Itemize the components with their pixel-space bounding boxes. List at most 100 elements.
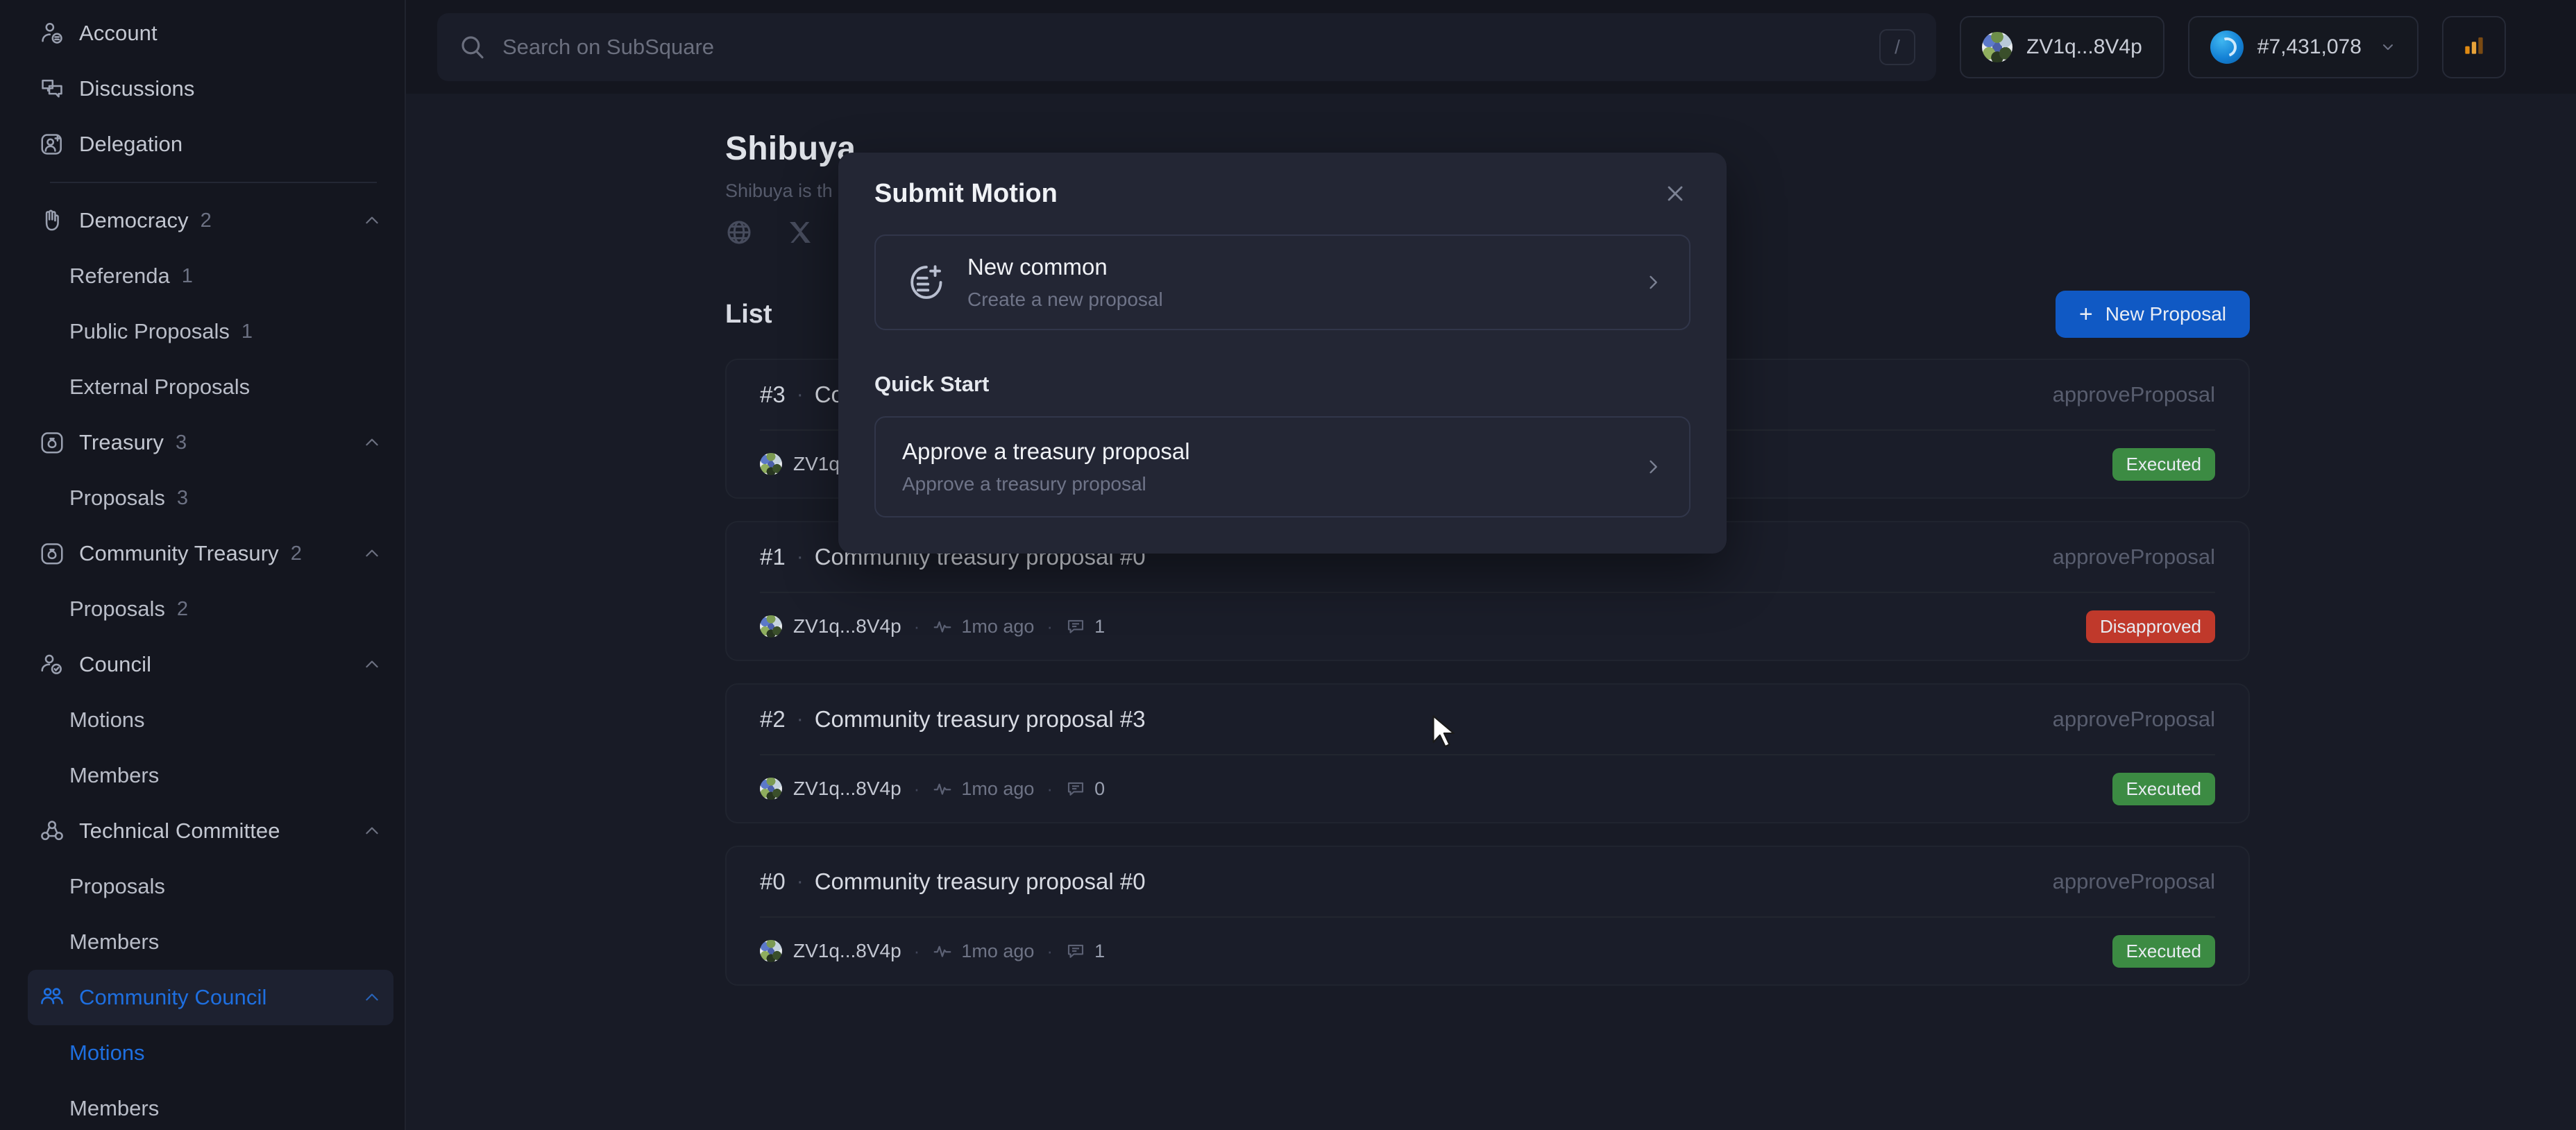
sidebar-item-external-proposals[interactable]: External Proposals: [28, 359, 393, 415]
sidebar-sub-label: Members: [69, 1096, 160, 1120]
sidebar-item-treasury-proposals[interactable]: Proposals 3: [28, 470, 393, 526]
close-icon[interactable]: [1660, 178, 1690, 209]
status-badge: Executed: [2112, 934, 2215, 968]
modal-title: Submit Motion: [874, 178, 1058, 208]
motion-title[interactable]: Community treasury proposal #0: [815, 868, 1146, 895]
avatar: [760, 778, 782, 800]
separator-dot: ·: [1046, 615, 1053, 637]
motion-time: 1mo ago: [961, 615, 1035, 637]
motion-comment-count: 1: [1094, 940, 1105, 961]
avatar: [760, 453, 782, 475]
chevron-up-icon[interactable]: [363, 212, 381, 230]
account-button[interactable]: ZV1q...8V4p: [1960, 15, 2164, 78]
motion-comments-group: 1: [1065, 616, 1105, 637]
sidebar-item-cc-members[interactable]: Members: [28, 1081, 393, 1130]
sidebar-group-community-council[interactable]: Community Council: [28, 970, 393, 1025]
motion-comments-group: 0: [1065, 778, 1105, 800]
chevron-up-icon[interactable]: [363, 822, 381, 840]
sidebar-item-council-motions[interactable]: Motions: [28, 692, 393, 748]
globe-icon[interactable]: [725, 219, 753, 246]
chevron-right-icon: [1643, 457, 1663, 477]
motion-card-meta: ZV1q...8V4p · 1mo ago · 1 Executed: [760, 918, 2215, 984]
sidebar-group-community-treasury[interactable]: Community Treasury 2: [28, 526, 393, 581]
motion-method: approveProposal: [2052, 382, 2215, 406]
motion-time-group: 1mo ago: [932, 941, 1034, 962]
chevron-up-icon[interactable]: [363, 656, 381, 674]
sidebar-sub-label: Motions: [69, 708, 145, 732]
sidebar-sub-count: 1: [181, 264, 193, 287]
sidebar-group-label: Community Treasury: [79, 541, 279, 565]
submit-motion-modal: Submit Motion New common Create a new pr…: [838, 153, 1727, 554]
sidebar-sub-label: External Proposals: [69, 375, 251, 399]
sidebar-item-tc-proposals[interactable]: Proposals: [28, 859, 393, 914]
new-proposal-button[interactable]: + New Proposal: [2055, 291, 2250, 338]
chevron-down-icon[interactable]: [2380, 39, 2396, 55]
mouse-cursor: [1430, 713, 1460, 755]
sidebar-sub-label: Proposals: [69, 874, 165, 898]
sidebar-item-community-treasury-proposals[interactable]: Proposals 2: [28, 581, 393, 637]
motion-author[interactable]: ZV1q...8V4p: [793, 778, 901, 800]
x-icon[interactable]: [786, 219, 814, 246]
sidebar-divider: [50, 182, 377, 183]
search-shortcut-key: /: [1879, 28, 1915, 65]
council-icon: [37, 650, 67, 679]
sidebar-group-technical-committee[interactable]: Technical Committee: [28, 803, 393, 859]
avatar: [1982, 31, 2012, 62]
sidebar-sub-label: Members: [69, 930, 160, 954]
sidebar-sub-label: Proposals: [69, 597, 165, 621]
chevron-up-icon[interactable]: [363, 988, 381, 1007]
quick-start-label: Quick Start: [874, 372, 990, 396]
comment-icon: [1065, 778, 1086, 799]
sidebar-group-democracy[interactable]: Democracy 2: [28, 193, 393, 248]
motion-author[interactable]: ZV1q...8V4p: [793, 615, 901, 637]
sidebar-item-tc-members[interactable]: Members: [28, 914, 393, 970]
motion-author[interactable]: ZV1q...8V4p: [793, 940, 901, 962]
avatar: [760, 615, 782, 637]
list-title: List: [725, 299, 772, 329]
account-address-label: ZV1q...8V4p: [2026, 35, 2142, 58]
sidebar-item-delegation[interactable]: Delegation: [28, 117, 393, 172]
status-badge: Executed: [2112, 447, 2215, 481]
chevron-up-icon[interactable]: [363, 545, 381, 563]
motion-card[interactable]: #0 · Community treasury proposal #0 approve…: [725, 846, 2250, 986]
motion-card[interactable]: #2 · Community treasury proposal #3 approve…: [725, 683, 2250, 823]
community-council-icon: [37, 983, 67, 1012]
new-proposal-doc-icon: [902, 261, 945, 304]
option-approve-treasury-proposal[interactable]: Approve a treasury proposal Approve a tr…: [874, 416, 1690, 517]
search-input[interactable]: [502, 34, 1879, 60]
activity-icon: [932, 941, 953, 961]
delegation-icon: [37, 130, 67, 159]
discussions-icon: [37, 74, 67, 103]
motion-title[interactable]: Community treasury proposal #3: [815, 706, 1146, 733]
sidebar-item-account[interactable]: Account: [28, 6, 393, 61]
sidebar-group-label: Community Council: [79, 985, 267, 1009]
comment-icon: [1065, 616, 1086, 637]
democracy-icon: [37, 206, 67, 235]
sidebar-group-label: Democracy: [79, 208, 189, 232]
treasury-icon: [37, 428, 67, 457]
sidebar-item-council-members[interactable]: Members: [28, 748, 393, 803]
comment-icon: [1065, 941, 1086, 961]
techcomm-icon: [37, 816, 67, 846]
separator-dot: ·: [913, 615, 920, 637]
motion-index: #3: [760, 382, 786, 407]
search-bar[interactable]: /: [437, 12, 1936, 81]
sidebar-group-council[interactable]: Council: [28, 637, 393, 692]
motion-method: approveProposal: [2052, 707, 2215, 731]
sidebar-item-discussions[interactable]: Discussions: [28, 61, 393, 117]
sidebar-item-cc-motions[interactable]: Motions: [28, 1025, 393, 1081]
option-title: Approve a treasury proposal: [902, 438, 1190, 464]
chevron-up-icon[interactable]: [363, 434, 381, 452]
chain-block-button[interactable]: #7,431,078: [2187, 15, 2418, 78]
motion-time: 1mo ago: [961, 778, 1035, 799]
account-icon: [37, 19, 67, 48]
sidebar-item-public-proposals[interactable]: Public Proposals 1: [28, 304, 393, 359]
stats-button[interactable]: [2441, 15, 2506, 78]
sidebar-group-treasury[interactable]: Treasury 3: [28, 415, 393, 470]
sidebar-sub-label: Members: [69, 763, 160, 787]
separator-dot: ·: [796, 383, 804, 406]
motion-method: approveProposal: [2052, 545, 2215, 569]
activity-icon: [932, 616, 953, 637]
option-new-common[interactable]: New common Create a new proposal: [874, 234, 1690, 330]
sidebar-item-referenda[interactable]: Referenda 1: [28, 248, 393, 304]
